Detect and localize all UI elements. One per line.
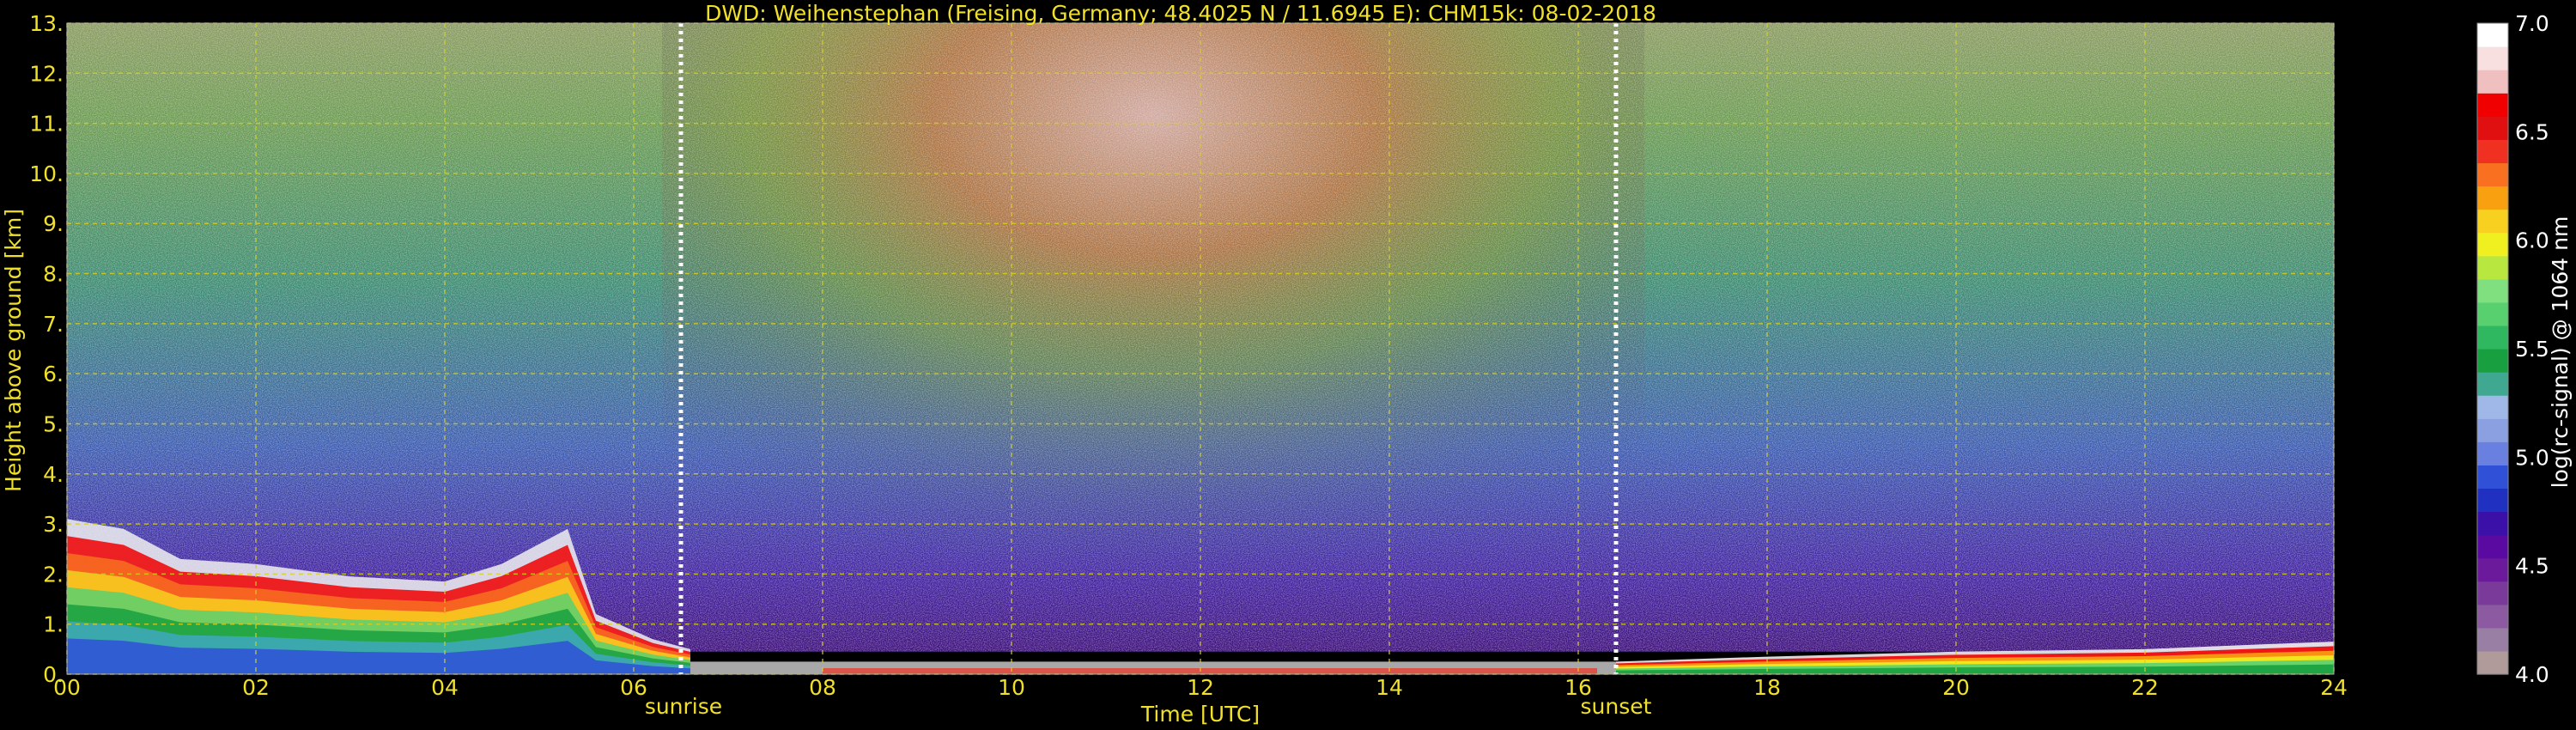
surface-layer-core	[823, 668, 1597, 674]
colorbar-segment	[2477, 557, 2508, 582]
y-tick-label: 7.	[43, 312, 64, 337]
colorbar-segment	[2477, 255, 2508, 280]
y-tick-label: 1.	[43, 612, 64, 637]
y-tick-label: 12.	[29, 61, 64, 86]
colorbar-segment	[2477, 372, 2508, 396]
y-tick-label: 3.	[43, 512, 64, 537]
colorbar-segment	[2477, 232, 2508, 257]
colorbar-tick-label: 6.5	[2515, 119, 2549, 144]
ceilometer-chart: 00 02 04 06 08 10 12 14 16 18 20 22 240.1.2.3.4.5.6.…	[29, 11, 2549, 700]
colorbar-segment	[2477, 441, 2508, 465]
x-tick-label: 08	[809, 675, 836, 700]
colorbar-segment	[2477, 278, 2508, 303]
x-tick-label: 12	[1187, 675, 1214, 700]
colorbar-tick-label: 7.0	[2515, 11, 2549, 36]
colorbar-segment	[2477, 301, 2508, 326]
x-tick-label: 24	[2320, 675, 2348, 700]
x-tick-label: 06	[620, 675, 647, 700]
colorbar-tick-label: 5.0	[2515, 445, 2549, 470]
colorbar-tick-label: 4.5	[2515, 554, 2549, 579]
y-tick-label: 0.	[43, 662, 64, 687]
y-tick-label: 4.	[43, 462, 64, 487]
colorbar-segment	[2477, 534, 2508, 559]
colorbar-segment	[2477, 116, 2508, 140]
colorbar-segment	[2477, 46, 2508, 70]
colorbar-segment	[2477, 23, 2508, 47]
x-tick-label: 10	[998, 675, 1025, 700]
x-tick-label: 02	[242, 675, 270, 700]
colorbar-segment	[2477, 418, 2508, 442]
colorbar-segment	[2477, 511, 2508, 536]
colorbar-segment	[2477, 209, 2508, 234]
colorbar-segment	[2477, 465, 2508, 490]
colorbar-segment	[2477, 604, 2508, 629]
x-tick-label: 16	[1564, 675, 1592, 700]
colorbar-segment	[2477, 93, 2508, 117]
colorbar-tick-label: 6.0	[2515, 228, 2549, 253]
x-tick-label: 04	[431, 675, 459, 700]
y-tick-label: 6.	[43, 362, 64, 386]
y-tick-label: 9.	[43, 211, 64, 236]
y-tick-label: 8.	[43, 262, 64, 287]
y-tick-label: 10.	[29, 161, 64, 186]
colorbar-segment	[2477, 162, 2508, 187]
y-tick-label: 11.	[29, 112, 64, 137]
colorbar-segment	[2477, 349, 2508, 373]
colorbar-tick-label: 4.0	[2515, 662, 2549, 687]
colorbar-segment	[2477, 325, 2508, 350]
colorbar-segment	[2477, 581, 2508, 605]
colorbar-segment	[2477, 186, 2508, 210]
colorbar-segment	[2477, 395, 2508, 419]
colorbar-segment	[2477, 650, 2508, 675]
y-tick-label: 5.	[43, 411, 64, 436]
x-tick-label: 20	[1942, 675, 1970, 700]
x-tick-label: 14	[1376, 675, 1403, 700]
y-tick-label: 13.	[29, 11, 64, 36]
colorbar-segment	[2477, 70, 2508, 94]
x-tick-label: 18	[1753, 675, 1781, 700]
colorbar-segment	[2477, 139, 2508, 164]
colorbar-segment	[2477, 488, 2508, 513]
y-tick-label: 2.	[43, 562, 64, 587]
colorbar-segment	[2477, 627, 2508, 652]
x-tick-label: 22	[2131, 675, 2159, 700]
colorbar-tick-label: 5.5	[2515, 337, 2549, 362]
